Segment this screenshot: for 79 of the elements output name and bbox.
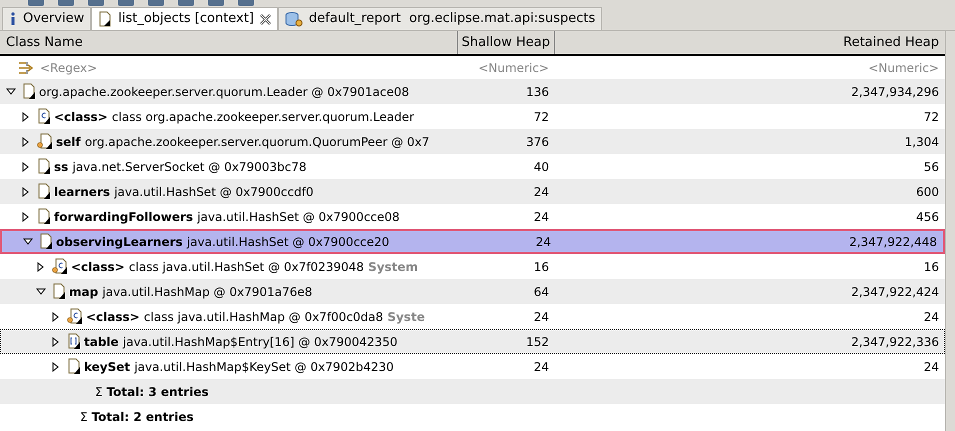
shallow-heap-cell-text: 152 xyxy=(525,334,550,350)
object-label: forwardingFollowers java.util.HashSet @ 0x7900cce08 xyxy=(54,208,400,226)
shallow-heap-cell-text: 72 xyxy=(532,108,550,126)
retained-heap-cell-text: 456 xyxy=(915,208,940,226)
document-icon xyxy=(98,11,112,27)
name-filter-field[interactable]: <Regex> xyxy=(40,58,240,76)
info-icon xyxy=(9,12,17,26)
shallow-heap-cell-text: 24 xyxy=(532,184,550,200)
table-row[interactable]: learners java.util.HashSet @ 0x7900ccdf0 24 600 xyxy=(0,179,945,204)
static-class-icon xyxy=(52,258,69,275)
retained-heap-cell-text: 2,347,922,448 xyxy=(848,234,938,250)
expander-icon[interactable] xyxy=(4,88,18,96)
table-row[interactable]: table java.util.HashMap$Entry[16] @ 0x790042350 152 2,347,922,336 xyxy=(0,329,945,354)
object-icon xyxy=(52,283,67,300)
editor-tab[interactable]: Overview xyxy=(2,7,92,30)
retained-heap-cell-text: 56 xyxy=(922,158,940,176)
retained-heap-cell-text: 2,347,922,336 xyxy=(850,334,940,350)
object-label: map java.util.HashMap @ 0x7901a76e8 xyxy=(69,284,312,300)
total-label: Total: 2 entries xyxy=(92,408,194,426)
close-icon[interactable] xyxy=(260,14,271,24)
retained-heap-cell-text: 16 xyxy=(922,258,940,276)
object-label: keySet java.util.HashMap$KeySet @ 0x7902b4230 xyxy=(84,358,394,376)
retained-heap-cell-text: 24 xyxy=(922,308,940,326)
table-row[interactable]: org.apache.zookeeper.server.quorum.Leader @ 0x7901ace08 136 2,347,934,296 xyxy=(0,79,945,104)
editor-tab[interactable]: list_objects [context] xyxy=(91,7,278,30)
static-object-icon xyxy=(37,133,54,150)
object-icon xyxy=(22,83,37,100)
object-label: <class> class java.util.HashSet @ 0x7f0239048 System xyxy=(71,258,418,276)
shallow-heap-cell-text: 40 xyxy=(532,158,550,176)
shallow-heap-cell-text: 376 xyxy=(525,134,550,150)
object-label: table java.util.HashMap$Entry[16] @ 0x790042350 xyxy=(84,334,398,350)
column-header[interactable]: Class Name xyxy=(0,31,458,54)
object-label: <class> class java.util.HashMap @ 0x7f00c0da8 Syste xyxy=(86,308,425,326)
retained-heap-cell-text: 600 xyxy=(915,184,940,200)
retained-heap-cell-text: 72 xyxy=(922,108,940,126)
tab-label: default_report org.eclipse.mat.api:suspects xyxy=(308,10,596,28)
sum-icon: Σ xyxy=(95,382,103,400)
tab-label: list_objects [context] xyxy=(118,10,254,28)
shallow-heap-cell-text: 16 xyxy=(532,258,550,276)
shallow-heap-cell-text: 24 xyxy=(532,358,550,376)
editor-tab[interactable]: default_report org.eclipse.mat.api:suspects xyxy=(278,7,602,30)
class-icon xyxy=(37,108,52,125)
shallow-heap-cell-text: 24 xyxy=(532,308,550,326)
array-icon xyxy=(67,333,82,350)
object-icon xyxy=(67,358,82,375)
object-label: <class> class org.apache.zookeeper.server.quorum.Leader xyxy=(54,108,414,126)
object-label: observingLearners java.util.HashSet @ 0x7900cce20 xyxy=(56,234,390,250)
static-class-icon xyxy=(67,308,84,325)
retained-heap-cell-text: 2,347,934,296 xyxy=(850,84,940,100)
object-icon xyxy=(37,183,52,200)
expander-icon[interactable] xyxy=(21,238,35,246)
total-label: Total: 3 entries xyxy=(106,384,209,400)
database-icon xyxy=(284,11,303,27)
object-label: self org.apache.zookeeper.server.quorum.QuorumPeer @ 0x7 xyxy=(56,134,430,150)
retained-heap-cell-text: 2,347,922,424 xyxy=(850,284,940,300)
shallow-filter-field[interactable]: <Numeric> xyxy=(458,58,555,76)
filter-icon xyxy=(18,60,36,74)
table-row[interactable]: map java.util.HashMap @ 0x7901a76e8 64 2,347,922,424 xyxy=(0,279,945,304)
table-row[interactable]: self org.apache.zookeeper.server.quorum.QuorumPeer @ 0x7 376 1,304 xyxy=(0,129,945,154)
object-label: ss java.net.ServerSocket @ 0x79003bc78 xyxy=(54,158,306,176)
object-label: learners java.util.HashSet @ 0x7900ccdf0 xyxy=(54,184,314,200)
retained-heap-cell-text: 24 xyxy=(922,358,940,376)
table-row[interactable]: observingLearners java.util.HashSet @ 0x7900cce20 24 2,347,922,448 xyxy=(0,229,945,254)
shallow-heap-cell-text: 24 xyxy=(532,208,550,226)
shallow-heap-cell-text: 24 xyxy=(534,234,552,250)
object-label: org.apache.zookeeper.server.quorum.Leader @ 0x7901ace08 xyxy=(39,84,410,100)
object-icon xyxy=(37,158,52,175)
object-icon xyxy=(37,208,52,225)
retained-heap-cell-text: 1,304 xyxy=(904,134,940,150)
shallow-heap-cell-text: 64 xyxy=(532,284,550,300)
object-icon xyxy=(39,233,54,250)
sum-icon: Σ xyxy=(80,408,88,426)
column-header[interactable]: Shallow Heap xyxy=(458,31,555,54)
scrollbar[interactable] xyxy=(945,31,955,431)
shallow-heap-cell-text: 136 xyxy=(525,84,550,100)
tab-label: Overview xyxy=(23,10,84,28)
column-header[interactable]: Retained Heap xyxy=(555,31,945,54)
expander-icon[interactable] xyxy=(34,288,48,296)
retained-filter-field[interactable]: <Numeric> xyxy=(555,58,945,76)
